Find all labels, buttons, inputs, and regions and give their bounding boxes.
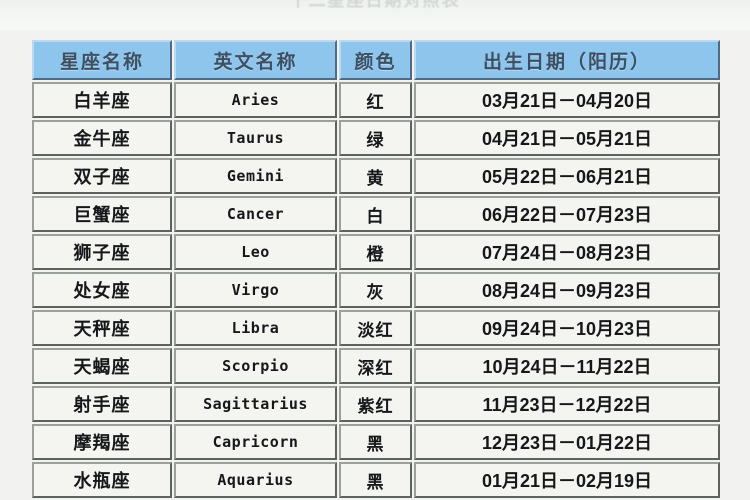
table-header: 星座名称 英文名称 颜色 出生日期（阳历） xyxy=(32,40,720,80)
cell-birthdate: 01月21日－02月19日 xyxy=(414,462,720,498)
table-row: 摩羯座 Capricorn 黑 12月23日－01月22日 xyxy=(32,424,720,460)
cell-zodiac-name: 天秤座 xyxy=(32,310,172,346)
cell-color: 灰 xyxy=(339,272,412,308)
table-row: 金牛座 Taurus 绿 04月21日－05月21日 xyxy=(32,120,720,156)
cell-color: 紫红 xyxy=(339,386,412,422)
cell-birthdate: 12月23日－01月22日 xyxy=(414,424,720,460)
cell-zodiac-name: 白羊座 xyxy=(32,82,172,118)
cell-birthdate: 04月21日－05月21日 xyxy=(414,120,720,156)
cell-english-name: Aquarius xyxy=(174,462,337,498)
cell-english-name: Gemini xyxy=(174,158,337,194)
cell-english-name: Libra xyxy=(174,310,337,346)
cell-color: 黑 xyxy=(339,424,412,460)
zodiac-table-container: 星座名称 英文名称 颜色 出生日期（阳历） 白羊座 Aries 红 03月21日－04… xyxy=(30,38,720,500)
cell-color: 深红 xyxy=(339,348,412,384)
table-row: 狮子座 Leo 橙 07月24日－08月23日 xyxy=(32,234,720,270)
cell-birthdate: 06月22日－07月23日 xyxy=(414,196,720,232)
cell-english-name: Aries xyxy=(174,82,337,118)
cell-zodiac-name: 金牛座 xyxy=(32,120,172,156)
cell-birthdate: 09月24日－10月23日 xyxy=(414,310,720,346)
cell-english-name: Leo xyxy=(174,234,337,270)
cell-birthdate: 07月24日－08月23日 xyxy=(414,234,720,270)
cell-english-name: Virgo xyxy=(174,272,337,308)
column-header-color: 颜色 xyxy=(339,40,412,80)
table-row: 双子座 Gemini 黄 05月22日－06月21日 xyxy=(32,158,720,194)
table-header-row: 星座名称 英文名称 颜色 出生日期（阳历） xyxy=(32,40,720,80)
cell-zodiac-name: 天蝎座 xyxy=(32,348,172,384)
cell-zodiac-name: 巨蟹座 xyxy=(32,196,172,232)
cell-zodiac-name: 处女座 xyxy=(32,272,172,308)
cell-english-name: Cancer xyxy=(174,196,337,232)
cell-birthdate: 03月21日－04月20日 xyxy=(414,82,720,118)
cell-zodiac-name: 射手座 xyxy=(32,386,172,422)
cell-color: 绿 xyxy=(339,120,412,156)
cell-birthdate: 05月22日－06月21日 xyxy=(414,158,720,194)
column-header-name: 星座名称 xyxy=(32,40,172,80)
cell-birthdate: 10月24日－11月22日 xyxy=(414,348,720,384)
cell-color: 黄 xyxy=(339,158,412,194)
table-row: 水瓶座 Aquarius 黑 01月21日－02月19日 xyxy=(32,462,720,498)
cell-english-name: Scorpio xyxy=(174,348,337,384)
zodiac-date-table: 星座名称 英文名称 颜色 出生日期（阳历） 白羊座 Aries 红 03月21日－04… xyxy=(30,38,722,500)
cell-zodiac-name: 水瓶座 xyxy=(32,462,172,498)
table-row: 白羊座 Aries 红 03月21日－04月20日 xyxy=(32,82,720,118)
column-header-birthdate: 出生日期（阳历） xyxy=(414,40,720,80)
table-row: 巨蟹座 Cancer 白 06月22日－07月23日 xyxy=(32,196,720,232)
cell-english-name: Sagittarius xyxy=(174,386,337,422)
cell-english-name: Capricorn xyxy=(174,424,337,460)
cell-zodiac-name: 狮子座 xyxy=(32,234,172,270)
cell-color: 白 xyxy=(339,196,412,232)
cell-color: 黑 xyxy=(339,462,412,498)
cell-zodiac-name: 摩羯座 xyxy=(32,424,172,460)
clipped-title-text: 十二星座日期对照表 xyxy=(289,0,461,10)
table-row: 处女座 Virgo 灰 08月24日－09月23日 xyxy=(32,272,720,308)
cell-zodiac-name: 双子座 xyxy=(32,158,172,194)
cell-english-name: Taurus xyxy=(174,120,337,156)
cell-birthdate: 11月23日－12月22日 xyxy=(414,386,720,422)
cell-birthdate: 08月24日－09月23日 xyxy=(414,272,720,308)
table-row: 射手座 Sagittarius 紫红 11月23日－12月22日 xyxy=(32,386,720,422)
cell-color: 淡红 xyxy=(339,310,412,346)
table-row: 天秤座 Libra 淡红 09月24日－10月23日 xyxy=(32,310,720,346)
cell-color: 红 xyxy=(339,82,412,118)
cell-color: 橙 xyxy=(339,234,412,270)
clipped-title-strip: 十二星座日期对照表 xyxy=(0,0,750,30)
table-body: 白羊座 Aries 红 03月21日－04月20日 金牛座 Taurus 绿 04月21日－0… xyxy=(32,82,720,500)
table-row: 天蝎座 Scorpio 深红 10月24日－11月22日 xyxy=(32,348,720,384)
column-header-english: 英文名称 xyxy=(174,40,337,80)
